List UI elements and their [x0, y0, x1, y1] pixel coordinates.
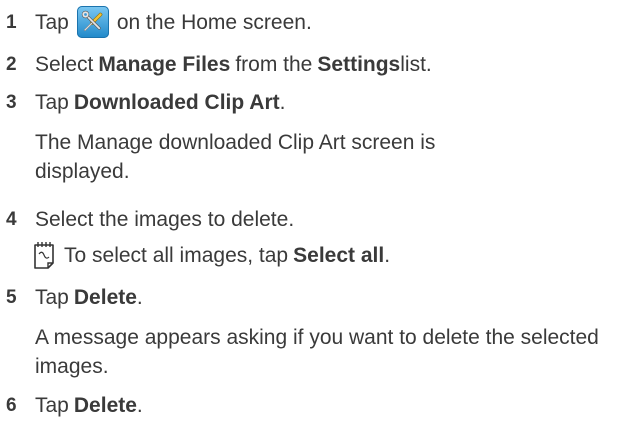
step-text: .: [136, 285, 143, 309]
step-text: Tap: [35, 393, 69, 417]
note-text: To select all images, tap: [64, 243, 289, 267]
list-reference: Settings: [317, 52, 401, 76]
note-pad-icon: [33, 240, 57, 270]
step-number: 4: [6, 208, 17, 230]
step-text: list.: [400, 52, 432, 76]
step-text: Tap: [35, 90, 69, 114]
step-number: 5: [6, 286, 17, 308]
button-reference: Delete: [73, 285, 137, 309]
button-reference: Delete: [73, 393, 137, 417]
instruction-document: 1 Tap on the Home screen. 2 Select Manag…: [0, 0, 641, 422]
button-reference: Downloaded Clip Art: [73, 90, 280, 114]
button-reference: Select all: [293, 243, 385, 267]
tools-settings-icon: [76, 6, 109, 38]
step-text: from the: [235, 52, 313, 76]
step-number: 1: [6, 11, 17, 33]
step-text: Tap: [35, 10, 69, 34]
step-text: on the Home screen.: [116, 10, 312, 34]
step-text: Select the images to delete.: [35, 207, 295, 231]
menu-item-reference: Manage Files: [98, 52, 231, 76]
step-3-result: The Manage downloaded Clip Art screen is…: [35, 131, 436, 183]
step-number: 3: [6, 91, 17, 113]
step-5-result: A message appears asking if you want to …: [35, 326, 599, 378]
note-text: .: [384, 243, 391, 267]
step-number: 2: [6, 53, 17, 75]
step-text: .: [136, 393, 143, 417]
step-text: Tap: [35, 285, 69, 309]
step-number: 6: [6, 394, 17, 416]
step-text: Select: [35, 52, 94, 76]
step-text: .: [279, 90, 286, 114]
